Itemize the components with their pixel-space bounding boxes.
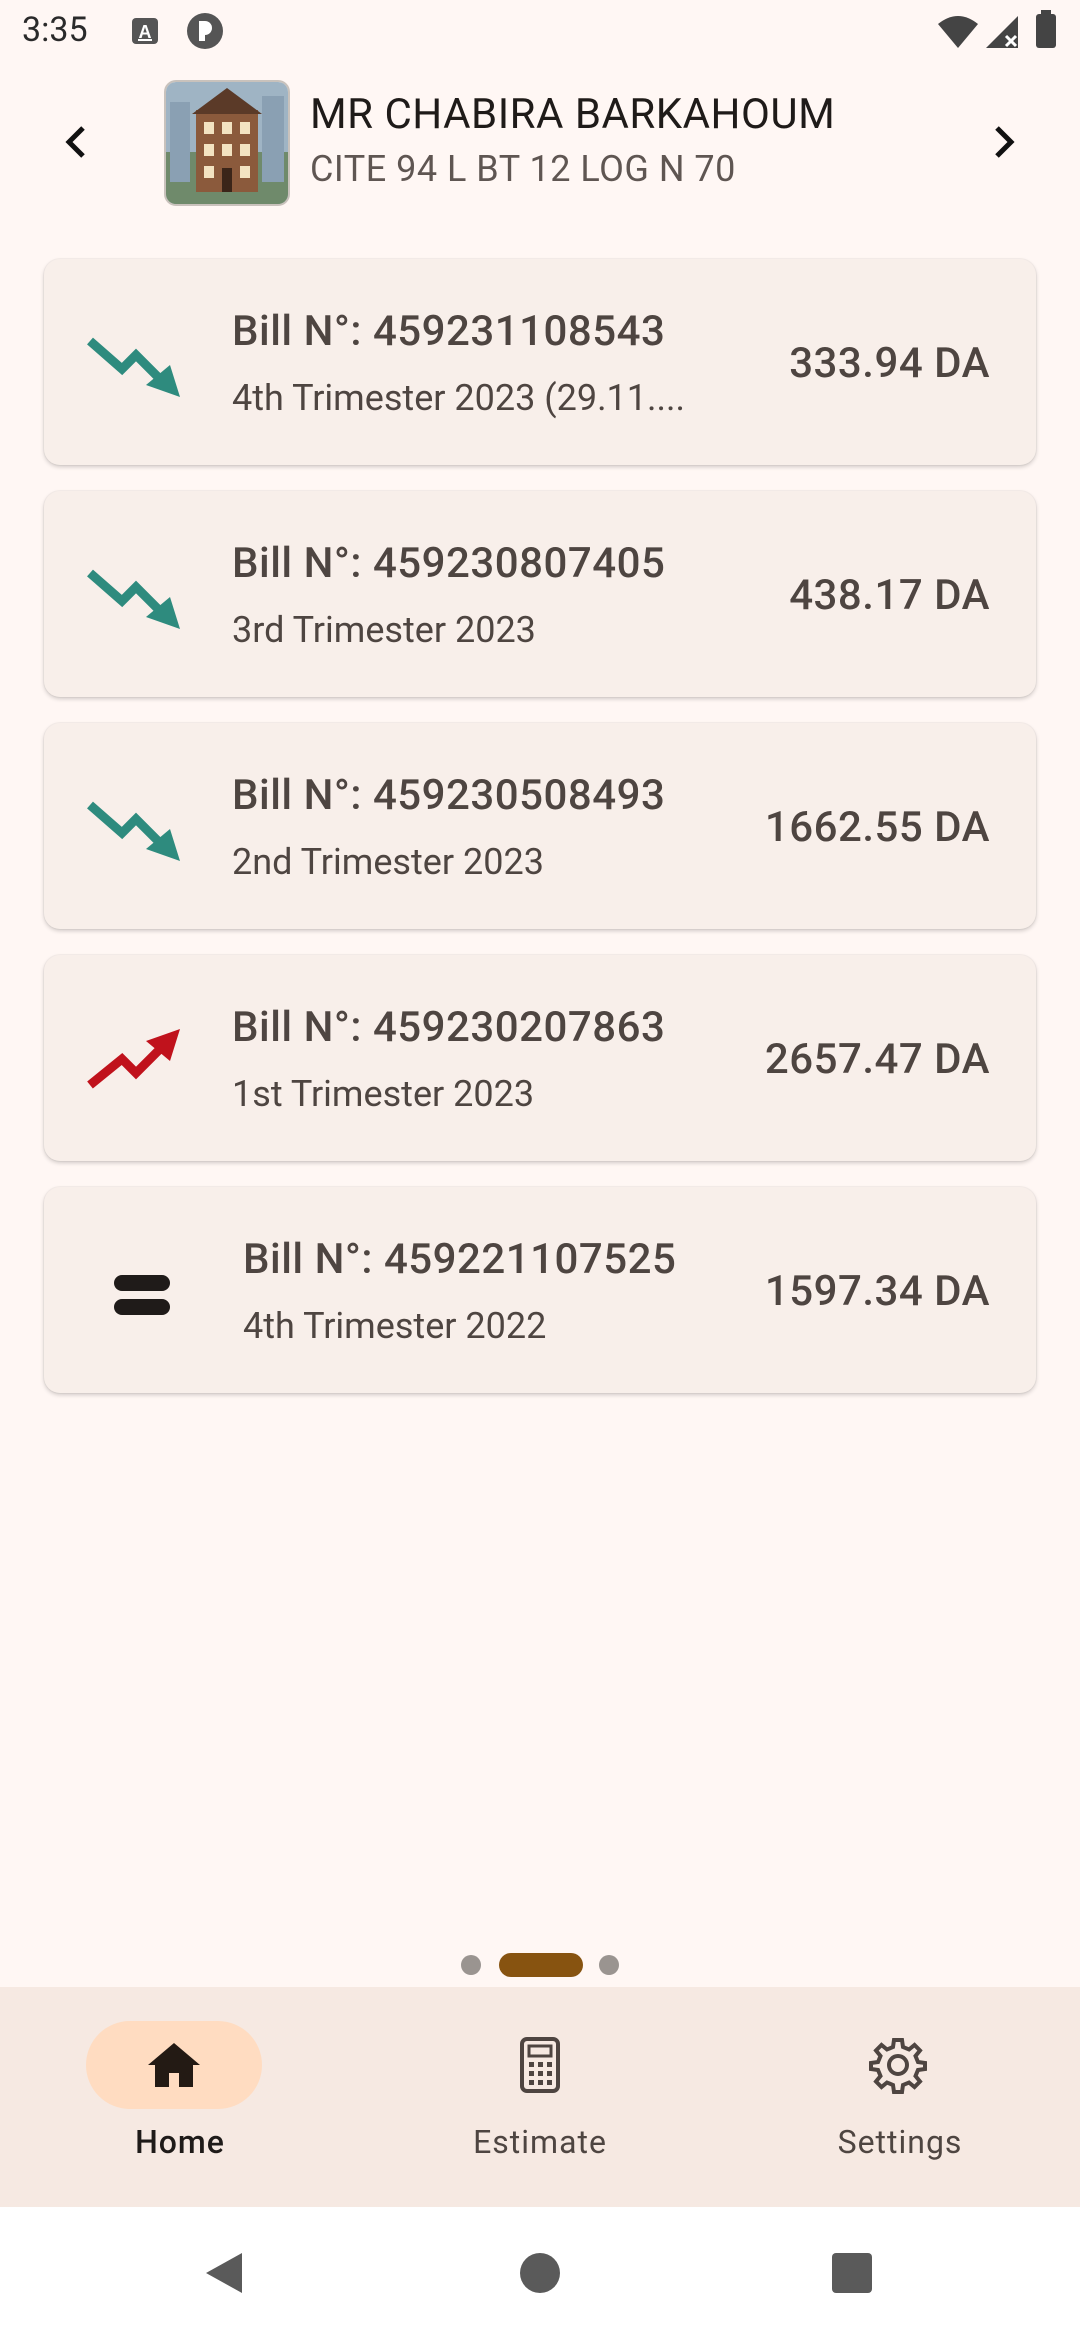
wifi-icon	[936, 14, 980, 54]
next-customer-button[interactable]	[974, 112, 1034, 172]
nav-label-settings: Settings	[837, 2123, 963, 2161]
trend-down-icon	[87, 337, 180, 397]
nav-label-home: Home	[135, 2123, 225, 2161]
home-circle-icon[interactable]	[518, 2251, 562, 2295]
trend-up-icon	[87, 1029, 180, 1089]
bottom-navigation: Home Estimate Settings	[0, 1987, 1080, 2207]
cellular-signal-icon	[984, 14, 1020, 54]
nav-item-home[interactable]: Home	[0, 1987, 360, 2207]
bill-card[interactable]: Bill N°: 459230207863 1st Trimester 2023…	[44, 955, 1036, 1161]
nav-label-estimate: Estimate	[473, 2123, 607, 2161]
bill-amount: 1597.34 DA	[764, 1267, 990, 1316]
system-navigation-bar	[0, 2207, 1080, 2340]
bill-amount: 438.17 DA	[789, 571, 990, 620]
bill-number: Bill N°: 459231108543	[232, 307, 666, 356]
calculator-icon	[520, 2037, 560, 2093]
bill-period: 1st Trimester 2023	[232, 1073, 535, 1115]
bill-period: 4th Trimester 2022	[243, 1305, 547, 1347]
nav-item-settings[interactable]: Settings	[720, 1987, 1080, 2207]
home-icon	[148, 2043, 200, 2087]
bill-number: Bill N°: 459230508493	[232, 771, 666, 820]
keyboard-a-icon: A	[130, 16, 160, 50]
bill-amount: 1662.55 DA	[764, 803, 990, 852]
bill-number: Bill N°: 459230807405	[232, 539, 666, 588]
recents-square-icon[interactable]	[830, 2251, 874, 2295]
bill-card[interactable]: Bill N°: 459231108543 4th Trimester 2023…	[44, 259, 1036, 465]
building-illustration-icon	[166, 82, 288, 204]
bill-card[interactable]: Bill N°: 459221107525 4th Trimester 2022…	[44, 1187, 1036, 1393]
previous-customer-button[interactable]	[46, 112, 106, 172]
page-dot[interactable]	[461, 1955, 481, 1975]
trend-down-icon	[87, 569, 180, 629]
page-dot[interactable]	[599, 1955, 619, 1975]
customer-name: MR CHABIRA BARKAHOUM	[310, 90, 836, 139]
customer-header: MR CHABIRA BARKAHOUM CITE 94 L BT 12 LOG…	[0, 66, 1080, 216]
battery-icon	[1034, 10, 1058, 54]
trend-down-icon	[87, 801, 180, 861]
bill-number: Bill N°: 459221107525	[243, 1235, 677, 1284]
gear-icon	[869, 2038, 927, 2094]
status-time: 3:35	[22, 10, 88, 50]
customer-avatar	[164, 80, 290, 206]
bill-period: 2nd Trimester 2023	[232, 841, 544, 883]
bill-period: 3rd Trimester 2023	[232, 609, 536, 651]
back-triangle-icon[interactable]	[200, 2249, 248, 2297]
equal-icon	[114, 1275, 170, 1315]
bill-number: Bill N°: 459230207863	[232, 1003, 666, 1052]
status-bar: 3:35 A	[0, 0, 1080, 66]
bill-card[interactable]: Bill N°: 459230508493 2nd Trimester 2023…	[44, 723, 1036, 929]
chevron-right-icon	[995, 126, 1015, 158]
nav-item-estimate[interactable]: Estimate	[360, 1987, 720, 2207]
page-indicator	[0, 1953, 1080, 1977]
bill-period: 4th Trimester 2023 (29.11....	[232, 377, 685, 419]
bill-amount: 2657.47 DA	[764, 1035, 990, 1084]
page-dot-active[interactable]	[499, 1953, 583, 1977]
bill-amount: 333.94 DA	[789, 339, 990, 388]
app-notification-icon	[186, 12, 224, 54]
chevron-left-icon	[65, 126, 85, 158]
customer-address: CITE 94 L BT 12 LOG N 70	[310, 148, 736, 190]
bill-card[interactable]: Bill N°: 459230807405 3rd Trimester 2023…	[44, 491, 1036, 697]
